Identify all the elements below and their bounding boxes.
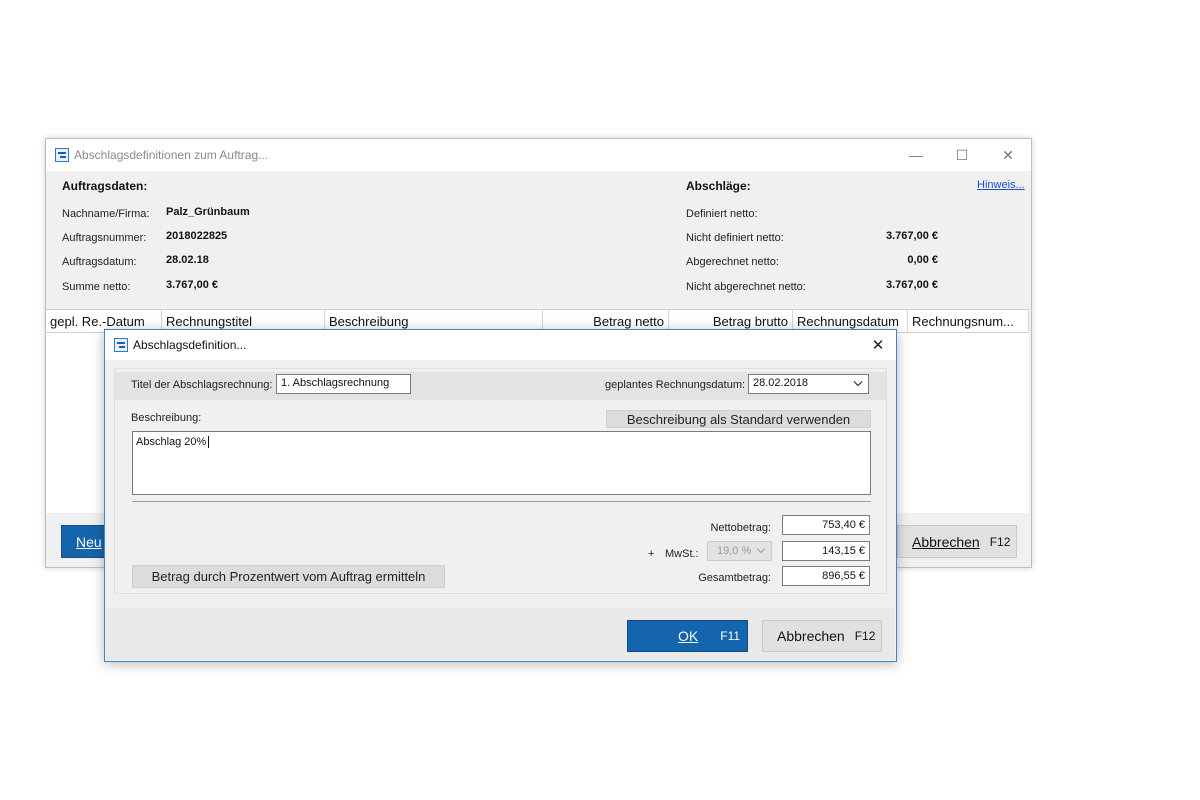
- invoice-title-label: Titel der Abschlagsrechnung:: [131, 379, 273, 391]
- main-titlebar: Abschlagsdefinitionen zum Auftrag... — ☐…: [46, 139, 1031, 171]
- main-cancel-button[interactable]: Abbrechen F12: [897, 525, 1017, 558]
- planned-date-select[interactable]: 28.02.2018: [748, 374, 869, 394]
- dialog-app-icon: [114, 338, 128, 352]
- sum-net-label: Summe netto:: [62, 281, 131, 293]
- minimize-icon[interactable]: —: [893, 139, 939, 171]
- dialog-cancel-label: Abbrechen: [777, 628, 845, 644]
- order-data-heading: Auftragsdaten:: [62, 179, 148, 193]
- installment-dialog: Abschlagsdefinition... ✕ Titel der Absch…: [104, 329, 897, 662]
- dialog-titlebar: Abschlagsdefinition... ✕: [105, 330, 896, 360]
- vat-plus-sign: +: [648, 548, 655, 560]
- net-amount-field[interactable]: 753,40 €: [782, 515, 870, 535]
- undefined-net-label: Nicht definiert netto:: [686, 232, 784, 244]
- calc-by-percent-button[interactable]: Betrag durch Prozentwert vom Auftrag erm…: [132, 565, 445, 588]
- order-date-label: Auftragsdatum:: [62, 256, 137, 268]
- dialog-cancel-button[interactable]: Abbrechen F12: [762, 620, 882, 652]
- hint-link[interactable]: Hinweis...: [977, 179, 1025, 191]
- undefined-net-value: 3.767,00 €: [886, 230, 938, 242]
- gross-amount-field[interactable]: 896,55 €: [782, 566, 870, 586]
- description-text: Abschlag 20%: [136, 436, 207, 448]
- unbilled-net-label: Nicht abgerechnet netto:: [686, 281, 806, 293]
- chevron-down-icon: [853, 379, 863, 390]
- dialog-cancel-key: F12: [854, 629, 876, 643]
- main-cancel-key: F12: [989, 534, 1011, 549]
- order-number-value: 2018022825: [166, 230, 228, 242]
- use-as-default-button[interactable]: Beschreibung als Standard verwenden: [606, 410, 871, 428]
- invoice-title-input[interactable]: 1. Abschlagsrechnung: [276, 374, 411, 394]
- main-window-title: Abschlagsdefinitionen zum Auftrag...: [74, 148, 269, 162]
- name-label: Nachname/Firma:: [62, 208, 150, 220]
- dialog-title: Abschlagsdefinition...: [133, 338, 247, 352]
- text-caret: [208, 436, 210, 449]
- billed-net-value: 0,00 €: [907, 254, 938, 266]
- gross-amount-label: Gesamtbetrag:: [698, 572, 771, 584]
- ok-button-label: OK: [678, 628, 699, 644]
- vat-amount-field[interactable]: 143,15 €: [782, 541, 870, 561]
- net-amount-label: Nettobetrag:: [710, 522, 771, 534]
- unbilled-net-value: 3.767,00 €: [886, 279, 938, 291]
- vat-rate-value: 19,0 %: [717, 545, 752, 557]
- vat-label: MwSt.:: [665, 548, 699, 560]
- description-label: Beschreibung:: [131, 412, 202, 424]
- window-controls: — ☐ ✕: [893, 139, 1031, 171]
- name-value: Palz_Grünbaum: [166, 206, 250, 218]
- vat-chevron-down-icon: [756, 546, 766, 557]
- billed-net-label: Abgerechnet netto:: [686, 256, 779, 268]
- installments-heading: Abschläge:: [686, 179, 751, 193]
- close-icon[interactable]: ✕: [985, 139, 1031, 171]
- dialog-form-panel: Titel der Abschlagsrechnung: 1. Abschlag…: [114, 368, 887, 594]
- main-cancel-label: Abbrechen: [912, 533, 980, 550]
- column-header-invoice-number[interactable]: Rechnungsnum...: [908, 310, 1029, 332]
- sum-net-value: 3.767,00 €: [166, 279, 218, 291]
- order-number-label: Auftragsnummer:: [62, 232, 147, 244]
- app-icon: [55, 148, 69, 162]
- ok-button[interactable]: OK F11: [627, 620, 748, 652]
- dialog-close-icon[interactable]: ✕: [860, 330, 896, 360]
- vat-rate-select: 19,0 %: [707, 541, 772, 561]
- description-textarea[interactable]: Abschlag 20%: [132, 431, 871, 495]
- defined-net-label: Definiert netto:: [686, 208, 758, 220]
- ok-button-key: F11: [720, 629, 741, 643]
- planned-date-value: 28.02.2018: [753, 377, 809, 389]
- maximize-icon[interactable]: ☐: [939, 139, 985, 171]
- order-date-value: 28.02.18: [166, 254, 209, 266]
- separator-line: [132, 501, 871, 502]
- planned-date-label: geplantes Rechnungsdatum:: [605, 379, 746, 391]
- new-button-label: Neu: [76, 533, 102, 550]
